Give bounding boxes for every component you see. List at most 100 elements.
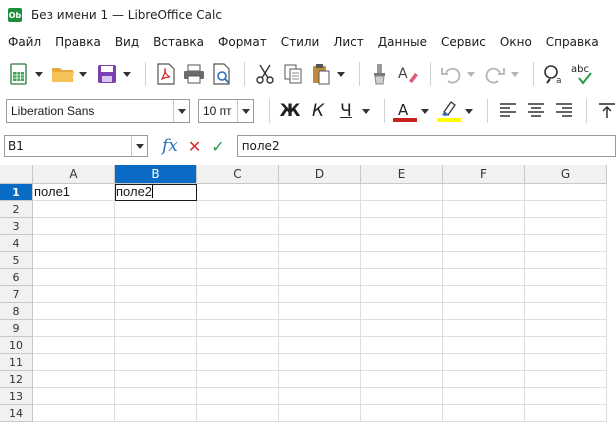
cell-e7[interactable] — [361, 286, 443, 303]
cell-a6[interactable] — [33, 269, 115, 286]
row-header-8[interactable]: 8 — [0, 303, 33, 320]
cell-b13[interactable] — [115, 388, 197, 405]
cell-e4[interactable] — [361, 235, 443, 252]
cell-b14[interactable] — [115, 405, 197, 422]
cell-f3[interactable] — [443, 218, 525, 235]
cell-d11[interactable] — [279, 354, 361, 371]
spelling-button[interactable]: abc — [569, 60, 597, 88]
cell-e14[interactable] — [361, 405, 443, 422]
cell-d12[interactable] — [279, 371, 361, 388]
cell-c5[interactable] — [197, 252, 279, 269]
row-header-11[interactable]: 11 — [0, 354, 33, 371]
paste-button[interactable] — [308, 60, 334, 88]
cell-d9[interactable] — [279, 320, 361, 337]
cell-f12[interactable] — [443, 371, 525, 388]
cell-d6[interactable] — [279, 269, 361, 286]
row-header-14[interactable]: 14 — [0, 405, 33, 422]
print-button[interactable] — [181, 60, 207, 88]
spreadsheet-grid[interactable]: A B C D E F G 1 поле1 поле2 2 3 4 5 6 7 8 9 10 11 12 13 14 — [0, 165, 616, 426]
cell-d10[interactable] — [279, 337, 361, 354]
cell-b12[interactable] — [115, 371, 197, 388]
cell-e10[interactable] — [361, 337, 443, 354]
cell-b8[interactable] — [115, 303, 197, 320]
column-header-f[interactable]: F — [443, 165, 525, 184]
cell-g9[interactable] — [525, 320, 607, 337]
cell-d7[interactable] — [279, 286, 361, 303]
cell-d14[interactable] — [279, 405, 361, 422]
cell-e13[interactable] — [361, 388, 443, 405]
cell-b1[interactable]: поле2 — [115, 184, 197, 201]
cell-f11[interactable] — [443, 354, 525, 371]
new-spreadsheet-button[interactable] — [6, 60, 32, 88]
cell-c2[interactable] — [197, 201, 279, 218]
menu-view[interactable]: Вид — [111, 35, 143, 49]
clone-formatting-button[interactable] — [367, 60, 393, 88]
find-replace-button[interactable]: a — [541, 60, 567, 88]
cell-c10[interactable] — [197, 337, 279, 354]
cell-e5[interactable] — [361, 252, 443, 269]
name-box-value[interactable]: B1 — [5, 139, 131, 153]
redo-button[interactable] — [482, 60, 508, 88]
cell-e2[interactable] — [361, 201, 443, 218]
cell-f7[interactable] — [443, 286, 525, 303]
cell-f8[interactable] — [443, 303, 525, 320]
redo-dropdown[interactable] — [510, 60, 520, 88]
row-header-1[interactable]: 1 — [0, 184, 33, 201]
cell-d3[interactable] — [279, 218, 361, 235]
underline-button[interactable]: Ч — [333, 97, 359, 125]
column-header-c[interactable]: C — [197, 165, 279, 184]
background-color-button[interactable] — [436, 97, 462, 125]
formula-input[interactable]: поле2 — [236, 135, 616, 157]
name-box[interactable]: B1 — [4, 135, 148, 157]
menu-help[interactable]: Справка — [542, 35, 603, 49]
cell-g12[interactable] — [525, 371, 607, 388]
font-name-dropdown-arrow[interactable] — [173, 100, 189, 122]
menu-file[interactable]: Файл — [4, 35, 45, 49]
cell-f1[interactable] — [443, 184, 525, 201]
cut-button[interactable] — [252, 60, 278, 88]
cell-b5[interactable] — [115, 252, 197, 269]
row-header-12[interactable]: 12 — [0, 371, 33, 388]
cell-b10[interactable] — [115, 337, 197, 354]
cell-g6[interactable] — [525, 269, 607, 286]
cell-b6[interactable] — [115, 269, 197, 286]
cell-f2[interactable] — [443, 201, 525, 218]
undo-button[interactable] — [438, 60, 464, 88]
font-size-combobox[interactable]: 10 пт — [198, 99, 254, 123]
cell-a9[interactable] — [33, 320, 115, 337]
cell-e12[interactable] — [361, 371, 443, 388]
cell-e9[interactable] — [361, 320, 443, 337]
menu-insert[interactable]: Вставка — [149, 35, 208, 49]
font-size-dropdown-arrow[interactable] — [237, 100, 253, 122]
cell-d13[interactable] — [279, 388, 361, 405]
underline-dropdown[interactable] — [361, 97, 371, 125]
accept-icon[interactable]: ✓ — [211, 137, 224, 156]
bold-button[interactable]: Ж — [277, 97, 303, 125]
align-right-button[interactable] — [551, 97, 577, 125]
column-header-a[interactable]: A — [33, 165, 115, 184]
cell-g2[interactable] — [525, 201, 607, 218]
cell-g3[interactable] — [525, 218, 607, 235]
cell-c3[interactable] — [197, 218, 279, 235]
cell-a1[interactable]: поле1 — [33, 184, 115, 201]
row-header-6[interactable]: 6 — [0, 269, 33, 286]
cell-g4[interactable] — [525, 235, 607, 252]
row-header-5[interactable]: 5 — [0, 252, 33, 269]
cell-g11[interactable] — [525, 354, 607, 371]
cell-c9[interactable] — [197, 320, 279, 337]
cell-c14[interactable] — [197, 405, 279, 422]
cell-g8[interactable] — [525, 303, 607, 320]
cell-g14[interactable] — [525, 405, 607, 422]
row-header-9[interactable]: 9 — [0, 320, 33, 337]
menu-window[interactable]: Окно — [496, 35, 536, 49]
cell-c8[interactable] — [197, 303, 279, 320]
cell-e8[interactable] — [361, 303, 443, 320]
undo-dropdown[interactable] — [466, 60, 476, 88]
cell-g13[interactable] — [525, 388, 607, 405]
cell-g5[interactable] — [525, 252, 607, 269]
align-center-button[interactable] — [523, 97, 549, 125]
cell-g10[interactable] — [525, 337, 607, 354]
cell-b2[interactable] — [115, 201, 197, 218]
cell-f4[interactable] — [443, 235, 525, 252]
cell-f9[interactable] — [443, 320, 525, 337]
